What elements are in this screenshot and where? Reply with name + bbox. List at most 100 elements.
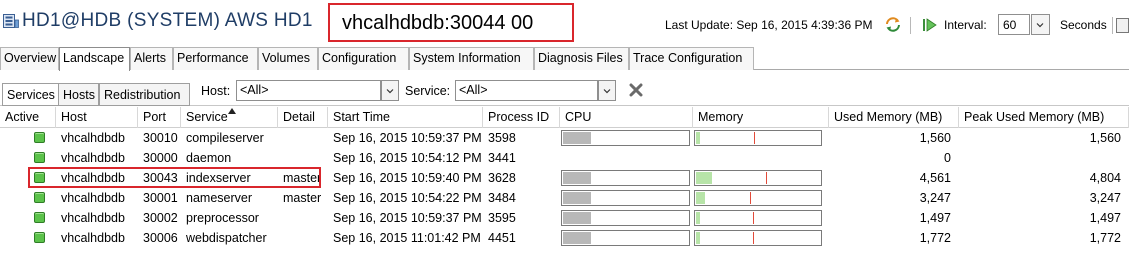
column-header-process-id[interactable]: Process ID (483, 107, 560, 128)
cpu-usage-bar (561, 230, 690, 246)
table-row[interactable]: vhcalhdbdb 30001 nameserver master Sep 16, 2… (0, 188, 1129, 208)
peak-used-memory-cell: 4,804 (1089, 171, 1121, 185)
used-memory-cell: 1,772 (919, 231, 951, 245)
title-bar: HD1@HDB (SYSTEM) AWS HD1 vhcalhdbdb:3004… (0, 0, 1129, 44)
process-id-cell: 3484 (488, 191, 516, 205)
column-header-start-time[interactable]: Start Time (328, 107, 483, 128)
last-update-text: Last Update: Sep 16, 2015 4:39:36 PM (665, 18, 873, 32)
service-filter-input[interactable]: <All> (455, 80, 598, 101)
cpu-usage-fill (563, 132, 591, 144)
host-filter-label: Host: (201, 84, 231, 98)
table-row[interactable]: vhcalhdbdb 30000 daemon Sep 16, 2015 10:54:… (0, 148, 1129, 168)
host-filter-dropdown[interactable] (381, 80, 399, 101)
detail-cell (278, 208, 328, 228)
tab-overview[interactable]: Overview (0, 47, 59, 70)
refresh-icon[interactable] (884, 16, 902, 32)
tab-diagnosis-files[interactable]: Diagnosis Files (534, 47, 629, 70)
tab-volumes[interactable]: Volumes (258, 47, 318, 70)
subtab-hosts[interactable]: Hosts (58, 83, 99, 106)
cpu-usage-fill (563, 232, 591, 244)
process-id-cell: 3628 (488, 171, 516, 185)
service-filter-label: Service: (405, 84, 451, 98)
interval-input[interactable]: 60 (998, 14, 1030, 35)
play-icon[interactable] (922, 18, 938, 32)
column-header-detail[interactable]: Detail (278, 107, 328, 128)
memory-usage-bar (694, 210, 822, 226)
table-row[interactable]: vhcalhdbdb 30006 webdispatcher Sep 16, 2015… (0, 228, 1129, 248)
port-cell: 30010 (143, 131, 178, 145)
active-status-icon (34, 232, 45, 243)
chevron-down-icon (386, 89, 394, 94)
cpu-usage-fill (563, 212, 591, 224)
tab-performance[interactable]: Performance (173, 47, 258, 70)
toolbar-separator (1112, 17, 1113, 34)
start-time-cell: Sep 16, 2015 10:59:37 PM (333, 131, 482, 145)
clear-filter-icon[interactable] (629, 83, 643, 97)
subtab-redistribution[interactable]: Redistribution (99, 83, 190, 106)
memory-used-fill (696, 192, 705, 204)
column-header-peak-used-memory[interactable]: Peak Used Memory (MB) (959, 107, 1129, 128)
process-id-cell: 3441 (488, 151, 516, 165)
used-memory-cell: 0 (944, 151, 951, 165)
service-cell: nameserver (186, 191, 252, 205)
used-memory-cell: 4,561 (919, 171, 951, 185)
column-header-used-memory[interactable]: Used Memory (MB) (829, 107, 959, 128)
service-cell: compileserver (186, 131, 264, 145)
subtab-services[interactable]: Services (2, 83, 59, 106)
start-time-cell: Sep 16, 2015 10:59:37 PM (333, 211, 482, 225)
cpu-usage-bar (561, 190, 690, 206)
column-header-port[interactable]: Port (138, 107, 181, 128)
cpu-usage-fill (563, 192, 591, 204)
peak-used-memory-cell: 3,247 (1089, 191, 1121, 205)
chevron-down-icon (1036, 23, 1044, 28)
table-row[interactable]: vhcalhdbdb 30010 compileserver Sep 16, 2015… (0, 128, 1129, 148)
tab-configuration[interactable]: Configuration (318, 47, 409, 70)
column-header-memory[interactable]: Memory (693, 107, 829, 128)
used-memory-cell: 3,247 (919, 191, 951, 205)
port-cell: 30006 (143, 231, 178, 245)
port-cell: 30000 (143, 151, 178, 165)
host-filter-input[interactable]: <All> (236, 80, 381, 101)
tab-alerts[interactable]: Alerts (130, 47, 173, 70)
active-status-icon (34, 152, 45, 163)
host-cell: vhcalhdbdb (61, 231, 125, 245)
memory-peak-marker (766, 172, 767, 184)
tab-system-information[interactable]: System Information (409, 47, 534, 70)
process-id-cell: 4451 (488, 231, 516, 245)
active-status (0, 188, 56, 208)
column-header-active[interactable]: Active (0, 107, 56, 128)
sort-arrow-icon (228, 108, 236, 114)
cpu-usage-bar (561, 170, 690, 186)
landscape-toolbar: Services Hosts Redistribution Host: <All… (0, 71, 1129, 106)
page-icon[interactable] (1116, 18, 1129, 33)
interval-dropdown-button[interactable] (1031, 14, 1050, 35)
tab-landscape[interactable]: Landscape (59, 47, 130, 71)
system-title: HD1@HDB (SYSTEM) AWS HD1 (22, 10, 313, 31)
host-cell: vhcalhdbdb (61, 131, 125, 145)
start-time-cell: Sep 16, 2015 10:54:12 PM (333, 151, 482, 165)
column-header-cpu[interactable]: CPU (560, 107, 693, 128)
process-id-cell: 3595 (488, 211, 516, 225)
seconds-label: Seconds (1060, 18, 1107, 32)
port-cell: 30001 (143, 191, 178, 205)
memory-usage-bar (694, 230, 822, 246)
detail-cell: master (283, 191, 322, 205)
active-status (0, 148, 56, 168)
host-cell: vhcalhdbdb (61, 211, 125, 225)
memory-usage-bar (694, 190, 822, 206)
detail-cell (278, 148, 328, 168)
process-id-cell: 3598 (488, 131, 516, 145)
memory-usage-bar (694, 130, 822, 146)
used-memory-cell: 1,560 (919, 131, 951, 145)
active-status-icon (34, 212, 45, 223)
memory-used-fill (696, 132, 700, 144)
system-db-icon (3, 14, 19, 28)
memory-used-fill (696, 212, 700, 224)
row-highlight-box (28, 167, 321, 188)
chevron-down-icon (603, 89, 611, 94)
table-row[interactable]: vhcalhdbdb 30002 preprocessor Sep 16, 2015 … (0, 208, 1129, 228)
service-filter-dropdown[interactable] (598, 80, 616, 101)
tab-trace-configuration[interactable]: Trace Configuration (629, 47, 754, 70)
detail-cell (278, 228, 328, 248)
column-header-host[interactable]: Host (56, 107, 138, 128)
